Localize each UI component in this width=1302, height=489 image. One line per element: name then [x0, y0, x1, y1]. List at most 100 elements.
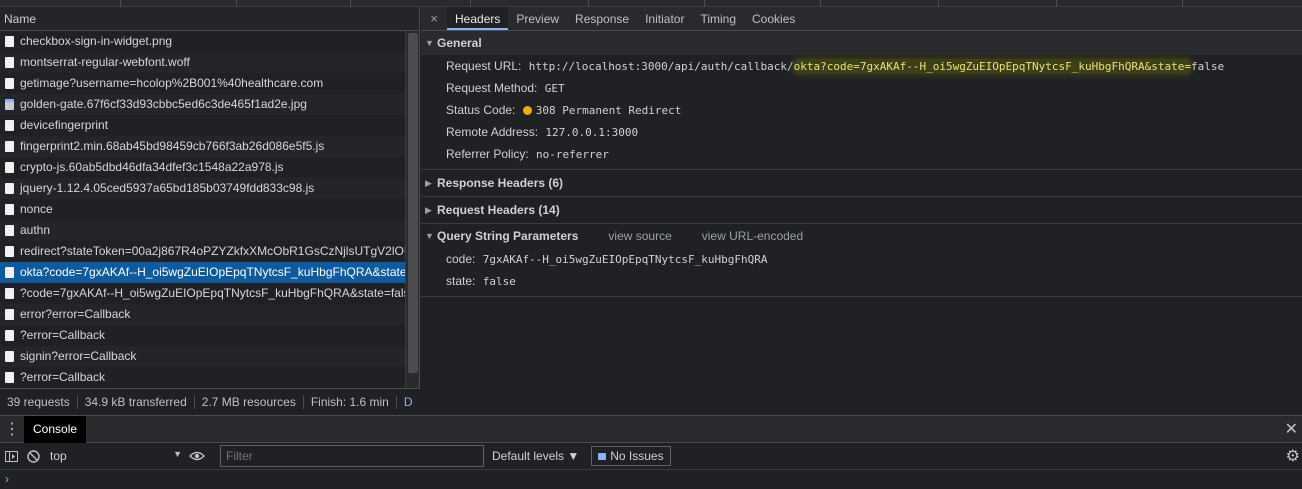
file-icon: [5, 372, 14, 383]
remote-address-value: 127.0.0.1:3000: [545, 126, 639, 139]
referrer-policy-label: Referrer Policy:: [446, 147, 529, 161]
console-prompt[interactable]: ›: [0, 470, 1302, 488]
request-row[interactable]: checkbox-sign-in-widget.png: [0, 31, 405, 52]
tab-console[interactable]: Console: [24, 415, 87, 443]
request-row[interactable]: ?error=Callback: [0, 325, 405, 346]
request-row[interactable]: golden-gate.67f6cf33d93cbbc5ed6c3de465f1…: [0, 94, 405, 115]
request-name: nonce: [20, 202, 53, 216]
tab-initiator[interactable]: Initiator: [637, 7, 692, 30]
request-name: montserrat-regular-webfont.woff: [20, 55, 190, 69]
file-icon: [5, 225, 14, 236]
request-row[interactable]: authn: [0, 220, 405, 241]
request-row[interactable]: fingerprint2.min.68ab45bd98459cb766f3ab2…: [0, 136, 405, 157]
file-icon: [5, 183, 14, 194]
request-url-label: Request URL:: [446, 59, 522, 73]
console-settings-gear-icon[interactable]: ⚙: [1286, 446, 1300, 466]
request-url-value[interactable]: http://localhost:3000/api/auth/callback/…: [528, 59, 1225, 74]
request-row[interactable]: nonce: [0, 199, 405, 220]
request-details-panel: × Headers Preview Response Initiator Tim…: [421, 7, 1302, 415]
query-string-section: ▼ Query String Parameters view source vi…: [421, 224, 1302, 297]
request-row[interactable]: signin?error=Callback: [0, 346, 405, 367]
file-icon: [5, 351, 14, 362]
network-request-panel: Name checkbox-sign-in-widget.png montserr…: [0, 7, 420, 415]
code-value: 7gxAKAf--H_oi5wgZuEIOpEpqTNytcsF_kuHbgFh…: [482, 253, 768, 266]
clear-console-icon[interactable]: [22, 445, 44, 467]
file-icon: [5, 120, 14, 131]
file-icon: [5, 162, 14, 173]
general-section: ▼ General Request URL: http://localhost:…: [421, 31, 1302, 170]
request-row[interactable]: devicefingerprint: [0, 115, 405, 136]
request-method-value: GET: [544, 82, 565, 95]
query-string-header[interactable]: ▼ Query String Parameters view source vi…: [421, 224, 1302, 248]
request-row[interactable]: okta?code=7gxAKAf--H_oi5wgZuEIOpEpqTNytc…: [0, 262, 405, 283]
request-row[interactable]: crypto-js.60ab5dbd46dfa34dfef3c1548a22a9…: [0, 157, 405, 178]
general-title: General: [437, 36, 482, 50]
request-url-row: Request URL: http://localhost:3000/api/a…: [421, 55, 1302, 77]
request-row[interactable]: getimage?username=hcolop%2B001%40healthc…: [0, 73, 405, 94]
request-url-suffix: false: [1190, 60, 1225, 73]
response-headers-title: Response Headers (6): [437, 176, 564, 190]
collapsed-triangle-icon: ▶: [425, 205, 432, 215]
drawer-tab-bar: ⋮ Console ✕: [0, 415, 1302, 443]
request-name: ?error=Callback: [20, 328, 106, 342]
request-name: fingerprint2.min.68ab45bd98459cb766f3ab2…: [20, 139, 325, 153]
general-section-header[interactable]: ▼ General: [421, 31, 1302, 55]
response-headers-section: ▶ Response Headers (6): [421, 170, 1302, 197]
file-icon: [5, 141, 14, 152]
expanded-triangle-icon: ▼: [425, 231, 434, 241]
dropdown-caret-icon: ▼: [173, 449, 182, 459]
file-icon: [5, 57, 14, 68]
query-param-code: code: 7gxAKAf--H_oi5wgZuEIOpEpqTNytcsF_k…: [421, 248, 1302, 270]
request-name: redirect?stateToken=00a2j867R4oPZYZkfxXM…: [20, 244, 405, 258]
request-method-row: Request Method: GET: [421, 77, 1302, 99]
status-code-row: Status Code: 308 Permanent Redirect: [421, 99, 1302, 121]
status-code-label: Status Code:: [446, 103, 516, 117]
file-icon: [5, 36, 14, 47]
dom-content-loaded: D: [403, 395, 413, 409]
issues-button[interactable]: No Issues: [591, 446, 671, 466]
view-source-link[interactable]: view source: [608, 224, 671, 248]
remote-address-label: Remote Address:: [446, 125, 539, 139]
console-filter-input[interactable]: [220, 445, 484, 467]
live-expression-eye-icon[interactable]: [186, 445, 208, 467]
request-row[interactable]: ?code=7gxAKAf--H_oi5wgZuEIOpEpqTNytcsF_k…: [0, 283, 405, 304]
console-toolbar: top ▼ Default levels ▼ No Issues ⚙: [0, 443, 1302, 470]
request-headers-header[interactable]: ▶ Request Headers (14): [421, 198, 1302, 222]
request-list-scrollbar[interactable]: [405, 31, 419, 388]
close-drawer-icon[interactable]: ✕: [1285, 416, 1298, 443]
scrollbar-thumb[interactable]: [408, 33, 418, 373]
request-url-prefix: http://localhost:3000/api/auth/callback/: [528, 60, 794, 73]
name-column-header[interactable]: Name: [0, 7, 419, 31]
file-icon: [5, 330, 14, 341]
response-headers-header[interactable]: ▶ Response Headers (6): [421, 171, 1302, 195]
collapsed-triangle-icon: ▶: [425, 178, 432, 188]
request-name: ?error=Callback: [20, 370, 106, 384]
request-name: jquery-1.12.4.05ced5937a65bd185b03749fdd…: [20, 181, 315, 195]
tab-response[interactable]: Response: [567, 7, 637, 30]
sidebar-toggle-icon[interactable]: [0, 445, 22, 467]
request-row[interactable]: redirect?stateToken=00a2j867R4oPZYZkfxXM…: [0, 241, 405, 262]
tab-cookies[interactable]: Cookies: [744, 7, 803, 30]
request-row[interactable]: ?error=Callback: [0, 367, 405, 388]
issues-label: No Issues: [610, 449, 664, 463]
request-row[interactable]: error?error=Callback: [0, 304, 405, 325]
view-url-encoded-link[interactable]: view URL-encoded: [702, 224, 803, 248]
issues-message-icon: [598, 452, 607, 460]
tab-headers[interactable]: Headers: [447, 7, 509, 30]
tab-preview[interactable]: Preview: [508, 7, 567, 30]
request-row[interactable]: jquery-1.12.4.05ced5937a65bd185b03749fdd…: [0, 178, 405, 199]
referrer-policy-row: Referrer Policy: no-referrer: [421, 143, 1302, 165]
request-row[interactable]: montserrat-regular-webfont.woff: [0, 52, 405, 73]
expanded-triangle-icon: ▼: [425, 38, 434, 48]
image-file-icon: [5, 99, 14, 110]
request-name: crypto-js.60ab5dbd46dfa34dfef3c1548a22a9…: [20, 160, 284, 174]
log-levels-dropdown[interactable]: Default levels ▼: [492, 449, 585, 463]
state-label: state:: [446, 274, 476, 288]
close-details-icon[interactable]: ×: [421, 7, 447, 30]
request-name: ?code=7gxAKAf--H_oi5wgZuEIOpEpqTNytcsF_k…: [20, 286, 405, 300]
more-tools-icon[interactable]: ⋮: [0, 416, 24, 443]
context-selector[interactable]: top ▼: [50, 449, 186, 463]
tab-timing[interactable]: Timing: [692, 7, 744, 30]
console-drawer: ⋮ Console ✕ top ▼ Default levels ▼ No Is…: [0, 415, 1302, 489]
request-headers-section: ▶ Request Headers (14): [421, 197, 1302, 224]
